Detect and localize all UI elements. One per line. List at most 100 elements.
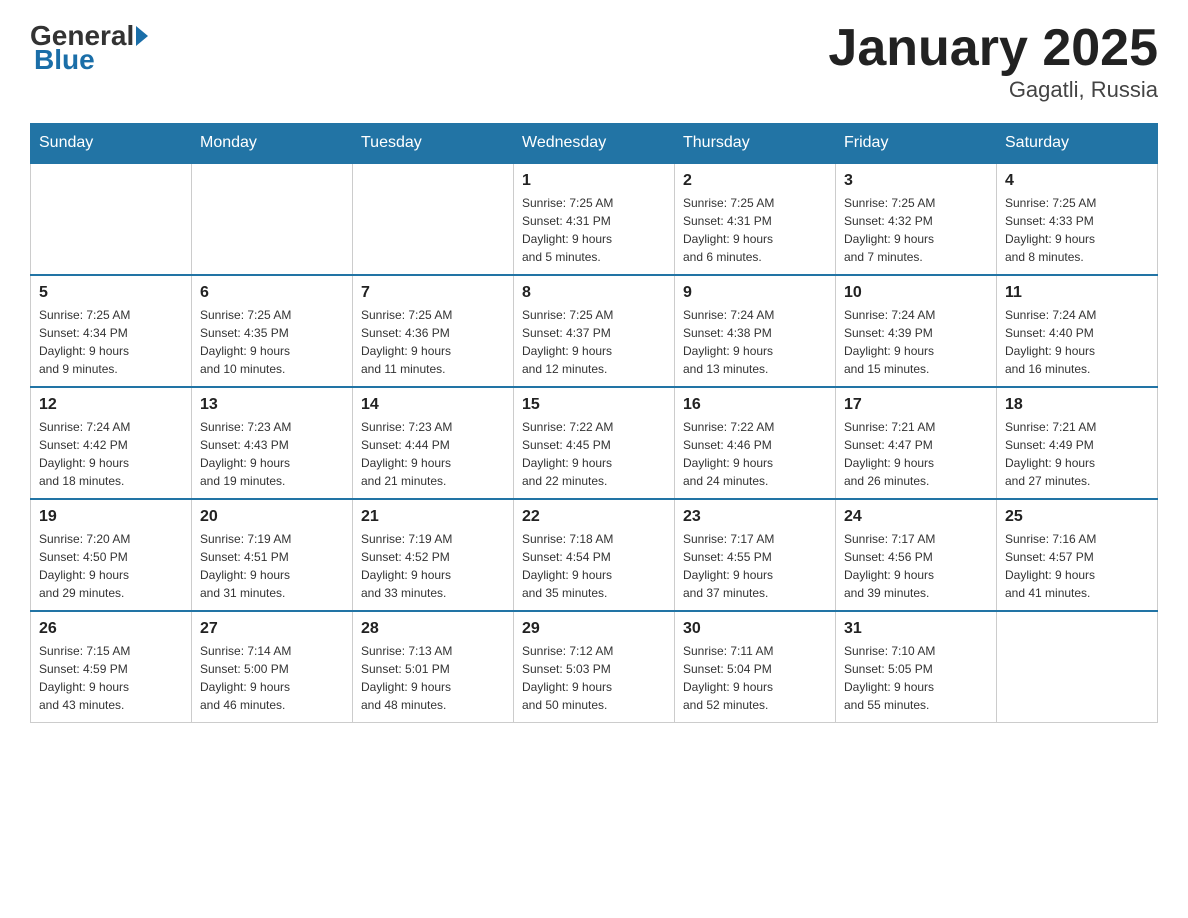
day-number: 19 [39,508,183,526]
calendar-cell: 11 Sunrise: 7:24 AM Sunset: 4:40 PM Dayli… [997,275,1158,387]
day-number: 31 [844,620,988,638]
calendar-cell: 12 Sunrise: 7:24 AM Sunset: 4:42 PM Dayli… [31,387,192,499]
day-number: 1 [522,172,666,190]
day-info: Sunrise: 7:23 AM Sunset: 4:43 PM Dayligh… [200,418,344,490]
calendar-cell: 7Sunrise: 7:25 AM Sunset: 4:36 PM Daylig… [353,275,514,387]
calendar-cell: 21 Sunrise: 7:19 AM Sunset: 4:52 PM Dayli… [353,499,514,611]
day-number: 21 [361,508,505,526]
title-section: January 2025 Gagatli, Russia [828,20,1158,103]
day-info: Sunrise: 7:21 AM Sunset: 4:47 PM Dayligh… [844,418,988,490]
calendar-cell: 10Sunrise: 7:24 AM Sunset: 4:39 PM Dayli… [836,275,997,387]
calendar-table: SundayMondayTuesdayWednesdayThursdayFrid… [30,123,1158,723]
day-info: Sunrise: 7:25 AM Sunset: 4:32 PM Dayligh… [844,194,988,266]
day-number: 30 [683,620,827,638]
day-info: Sunrise: 7:12 AM Sunset: 5:03 PM Dayligh… [522,642,666,714]
day-info: Sunrise: 7:21 AM Sunset: 4:49 PM Dayligh… [1005,418,1149,490]
day-info: Sunrise: 7:24 AM Sunset: 4:42 PM Dayligh… [39,418,183,490]
calendar-cell [997,611,1158,723]
logo-arrow-icon [136,26,148,46]
day-number: 6 [200,284,344,302]
day-info: Sunrise: 7:25 AM Sunset: 4:31 PM Dayligh… [522,194,666,266]
day-info: Sunrise: 7:14 AM Sunset: 5:00 PM Dayligh… [200,642,344,714]
calendar-cell: 18Sunrise: 7:21 AM Sunset: 4:49 PM Dayli… [997,387,1158,499]
day-info: Sunrise: 7:23 AM Sunset: 4:44 PM Dayligh… [361,418,505,490]
day-info: Sunrise: 7:18 AM Sunset: 4:54 PM Dayligh… [522,530,666,602]
calendar-day-header-saturday: Saturday [997,124,1158,164]
calendar-cell: 14 Sunrise: 7:23 AM Sunset: 4:44 PM Dayli… [353,387,514,499]
calendar-cell: 17 Sunrise: 7:21 AM Sunset: 4:47 PM Dayli… [836,387,997,499]
day-number: 16 [683,396,827,414]
day-info: Sunrise: 7:25 AM Sunset: 4:36 PM Dayligh… [361,306,505,378]
calendar-cell: 1 Sunrise: 7:25 AM Sunset: 4:31 PM Daylig… [514,163,675,275]
calendar-cell: 6 Sunrise: 7:25 AM Sunset: 4:35 PM Daylig… [192,275,353,387]
page-header: General Blue January 2025 Gagatli, Russi… [30,20,1158,103]
calendar-week-row-4: 26 Sunrise: 7:15 AM Sunset: 4:59 PM Dayli… [31,611,1158,723]
day-info: Sunrise: 7:25 AM Sunset: 4:37 PM Dayligh… [522,306,666,378]
day-number: 12 [39,396,183,414]
day-info: Sunrise: 7:25 AM Sunset: 4:31 PM Dayligh… [683,194,827,266]
day-info: Sunrise: 7:11 AM Sunset: 5:04 PM Dayligh… [683,642,827,714]
logo: General Blue [30,20,150,76]
calendar-week-row-3: 19 Sunrise: 7:20 AM Sunset: 4:50 PM Dayli… [31,499,1158,611]
day-number: 5 [39,284,183,302]
day-info: Sunrise: 7:22 AM Sunset: 4:45 PM Dayligh… [522,418,666,490]
calendar-cell: 31 Sunrise: 7:10 AM Sunset: 5:05 PM Dayli… [836,611,997,723]
day-number: 10 [844,284,988,302]
calendar-cell: 22Sunrise: 7:18 AM Sunset: 4:54 PM Dayli… [514,499,675,611]
day-info: Sunrise: 7:25 AM Sunset: 4:33 PM Dayligh… [1005,194,1149,266]
calendar-day-header-monday: Monday [192,124,353,164]
calendar-cell: 29 Sunrise: 7:12 AM Sunset: 5:03 PM Dayli… [514,611,675,723]
day-number: 26 [39,620,183,638]
day-info: Sunrise: 7:17 AM Sunset: 4:55 PM Dayligh… [683,530,827,602]
day-info: Sunrise: 7:10 AM Sunset: 5:05 PM Dayligh… [844,642,988,714]
day-number: 14 [361,396,505,414]
calendar-cell: 4Sunrise: 7:25 AM Sunset: 4:33 PM Daylig… [997,163,1158,275]
day-number: 29 [522,620,666,638]
calendar-cell [192,163,353,275]
day-number: 15 [522,396,666,414]
calendar-cell: 19 Sunrise: 7:20 AM Sunset: 4:50 PM Dayli… [31,499,192,611]
calendar-cell: 25 Sunrise: 7:16 AM Sunset: 4:57 PM Dayli… [997,499,1158,611]
day-number: 27 [200,620,344,638]
calendar-day-header-wednesday: Wednesday [514,124,675,164]
calendar-day-header-thursday: Thursday [675,124,836,164]
calendar-cell: 8Sunrise: 7:25 AM Sunset: 4:37 PM Daylig… [514,275,675,387]
day-info: Sunrise: 7:22 AM Sunset: 4:46 PM Dayligh… [683,418,827,490]
day-number: 17 [844,396,988,414]
day-info: Sunrise: 7:24 AM Sunset: 4:40 PM Dayligh… [1005,306,1149,378]
calendar-cell: 13Sunrise: 7:23 AM Sunset: 4:43 PM Dayli… [192,387,353,499]
calendar-cell: 24 Sunrise: 7:17 AM Sunset: 4:56 PM Dayli… [836,499,997,611]
calendar-cell [31,163,192,275]
day-info: Sunrise: 7:16 AM Sunset: 4:57 PM Dayligh… [1005,530,1149,602]
calendar-cell: 26 Sunrise: 7:15 AM Sunset: 4:59 PM Dayli… [31,611,192,723]
day-number: 11 [1005,284,1149,302]
calendar-cell: 15 Sunrise: 7:22 AM Sunset: 4:45 PM Dayli… [514,387,675,499]
day-info: Sunrise: 7:24 AM Sunset: 4:38 PM Dayligh… [683,306,827,378]
day-info: Sunrise: 7:20 AM Sunset: 4:50 PM Dayligh… [39,530,183,602]
calendar-cell: 3 Sunrise: 7:25 AM Sunset: 4:32 PM Daylig… [836,163,997,275]
day-info: Sunrise: 7:25 AM Sunset: 4:35 PM Dayligh… [200,306,344,378]
calendar-week-row-2: 12 Sunrise: 7:24 AM Sunset: 4:42 PM Dayli… [31,387,1158,499]
day-number: 25 [1005,508,1149,526]
day-number: 20 [200,508,344,526]
day-info: Sunrise: 7:19 AM Sunset: 4:52 PM Dayligh… [361,530,505,602]
day-number: 28 [361,620,505,638]
day-info: Sunrise: 7:17 AM Sunset: 4:56 PM Dayligh… [844,530,988,602]
calendar-week-row-1: 5 Sunrise: 7:25 AM Sunset: 4:34 PM Daylig… [31,275,1158,387]
logo-blue-text: Blue [34,44,95,75]
calendar-cell: 28 Sunrise: 7:13 AM Sunset: 5:01 PM Dayli… [353,611,514,723]
calendar-cell: 2Sunrise: 7:25 AM Sunset: 4:31 PM Daylig… [675,163,836,275]
calendar-cell: 5 Sunrise: 7:25 AM Sunset: 4:34 PM Daylig… [31,275,192,387]
day-info: Sunrise: 7:15 AM Sunset: 4:59 PM Dayligh… [39,642,183,714]
day-number: 3 [844,172,988,190]
calendar-week-row-0: 1 Sunrise: 7:25 AM Sunset: 4:31 PM Daylig… [31,163,1158,275]
calendar-cell: 30 Sunrise: 7:11 AM Sunset: 5:04 PM Dayli… [675,611,836,723]
location-label: Gagatli, Russia [828,77,1158,103]
day-info: Sunrise: 7:25 AM Sunset: 4:34 PM Dayligh… [39,306,183,378]
day-number: 23 [683,508,827,526]
day-info: Sunrise: 7:13 AM Sunset: 5:01 PM Dayligh… [361,642,505,714]
day-number: 24 [844,508,988,526]
calendar-header-row: SundayMondayTuesdayWednesdayThursdayFrid… [31,124,1158,164]
calendar-cell [353,163,514,275]
calendar-day-header-sunday: Sunday [31,124,192,164]
